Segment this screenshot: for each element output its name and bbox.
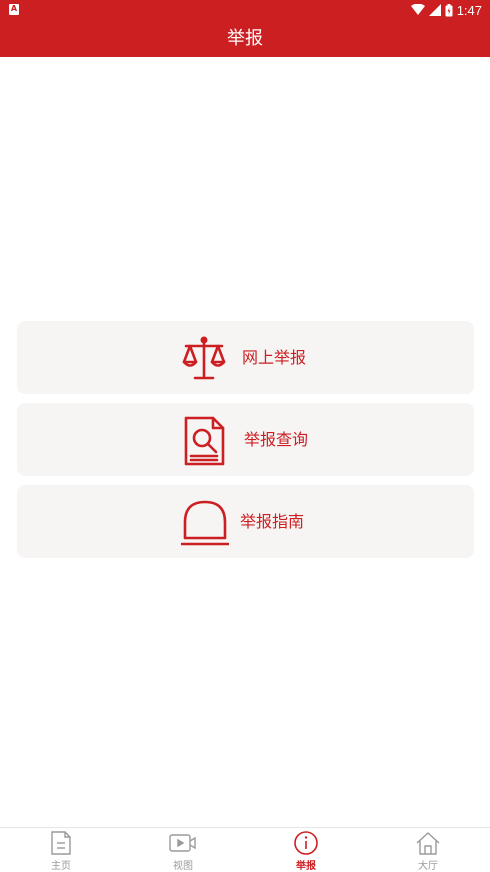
video-icon <box>122 831 244 855</box>
document-search-icon <box>183 416 227 466</box>
home-document-icon <box>0 831 122 855</box>
tab-hall[interactable]: 大厅 <box>367 828 489 872</box>
app-bar: 举报 <box>0 20 490 57</box>
tab-report-label: 举报 <box>296 861 316 872</box>
siren-icon <box>181 498 229 546</box>
status-time: 1:47 <box>456 2 482 18</box>
report-guide-label: 举报指南 <box>240 512 305 531</box>
signal-icon <box>428 4 441 16</box>
scales-icon <box>181 334 227 382</box>
notification-a-icon <box>9 4 19 15</box>
status-indicators: 1:47 <box>410 2 482 18</box>
status-bar: 1:47 <box>0 0 490 20</box>
page-title: 举报 <box>227 28 263 49</box>
report-query-label: 举报查询 <box>244 430 309 449</box>
online-report-label: 网上举报 <box>242 348 307 367</box>
house-icon <box>367 831 489 855</box>
report-query-button[interactable]: 举报查询 <box>17 403 474 476</box>
tab-hall-label: 大厅 <box>418 861 438 872</box>
battery-icon <box>445 3 453 17</box>
report-guide-button[interactable]: 举报指南 <box>17 485 474 558</box>
tab-view-label: 视图 <box>173 861 193 872</box>
online-report-button[interactable]: 网上举报 <box>17 321 474 394</box>
tab-home-label: 主页 <box>51 861 71 872</box>
tab-view[interactable]: 视图 <box>122 828 244 872</box>
report-menu: 网上举报 举报查询 举报指南 <box>17 321 474 567</box>
bottom-nav: 主页 视图 举报 大厅 <box>0 827 490 872</box>
tab-report[interactable]: 举报 <box>245 828 367 872</box>
info-icon <box>245 831 367 855</box>
wifi-icon <box>410 4 425 16</box>
tab-home[interactable]: 主页 <box>0 828 122 872</box>
